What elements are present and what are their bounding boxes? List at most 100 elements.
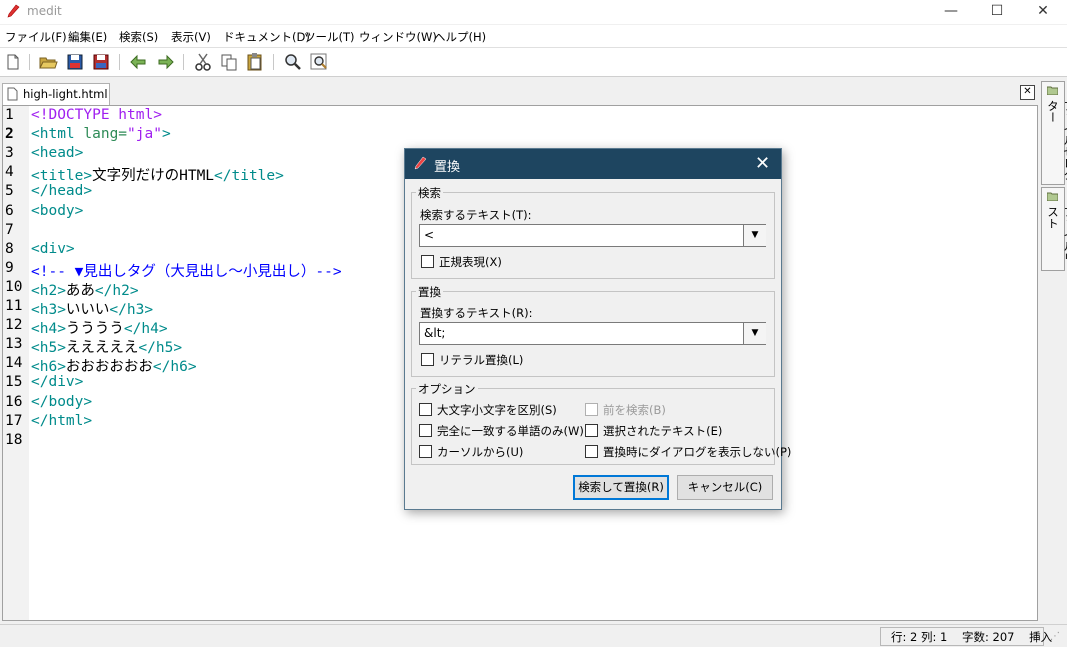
line-number: 12 [5, 317, 23, 334]
code-token: えええええ [65, 340, 139, 357]
code-token: ああ [65, 282, 95, 299]
resize-grip-icon[interactable]: ⋰ [1050, 631, 1060, 642]
menu-document[interactable]: ドキュメント(D) [223, 29, 310, 45]
checkbox-box [585, 403, 598, 416]
replace-input[interactable] [420, 323, 746, 342]
close-window-button[interactable]: ✕ [1020, 0, 1066, 24]
paste-icon[interactable] [245, 52, 265, 72]
replace-icon[interactable] [309, 52, 329, 72]
redo-icon[interactable] [155, 52, 175, 72]
line-number: 17 [5, 412, 23, 429]
code-line: <!-- ▼見出しタグ（大見出し～小見出し）--> [31, 260, 342, 281]
code-token: <body> [31, 202, 84, 219]
cut-icon[interactable] [193, 52, 213, 72]
replace-combo: ▼ [419, 322, 766, 345]
undo-icon[interactable] [129, 52, 149, 72]
folder-icon [1047, 192, 1058, 201]
cancel-button[interactable]: キャンセル(C) [677, 475, 773, 500]
code-line: </head> [31, 183, 92, 199]
file-list-label: ファイルリスト [1046, 206, 1067, 264]
code-line: <h6>おおおおおお</h6> [31, 355, 197, 376]
code-token: </h3> [109, 302, 154, 318]
toolbar-separator [183, 54, 184, 70]
toolbar [0, 48, 1067, 77]
code-token: lang= [83, 126, 128, 143]
code-token: <!DOCTYPE html> [31, 107, 162, 123]
regex-label: 正規表現(X) [439, 255, 502, 269]
menu-window[interactable]: ウィンドウ(W) [359, 29, 437, 45]
file-selector-tab[interactable]: ファイルセレクター [1041, 81, 1067, 185]
search-icon[interactable] [283, 52, 303, 72]
menu-file[interactable]: ファイル(F) [5, 29, 67, 45]
dialog-close-button[interactable]: ✕ [755, 153, 770, 174]
document-tab[interactable]: high-light.html [2, 83, 110, 105]
code-token: > [161, 126, 171, 143]
save-as-icon[interactable] [91, 52, 111, 72]
code-line: <h3>いいい</h3> [31, 298, 153, 319]
replace-history-dropdown[interactable]: ▼ [743, 323, 766, 344]
code-token: <!-- ▼見出しタグ（大見出し～小見出し）--> [31, 263, 342, 280]
code-token: </head> [31, 183, 93, 200]
close-document-button[interactable]: ✕ [1020, 85, 1035, 100]
checkbox-box[interactable] [585, 445, 598, 458]
checkbox-box[interactable] [585, 424, 598, 437]
checkbox-box[interactable] [419, 403, 432, 416]
menu-view[interactable]: 表示(V) [171, 29, 211, 45]
line-number: 9 [5, 259, 14, 276]
code-line: </body> [31, 394, 92, 410]
menu-search[interactable]: 検索(S) [119, 29, 158, 45]
selected-text-label: 選択されたテキスト(E) [603, 424, 723, 438]
copy-icon[interactable] [219, 52, 239, 72]
file-list-tab[interactable]: ファイルリスト [1041, 187, 1067, 271]
cursor-status: 行: 2 列: 1 字数: 207 挿入 [880, 627, 1052, 646]
line-number: 11 [5, 298, 23, 314]
line-number: 7 [5, 221, 14, 238]
code-token: <div> [31, 240, 75, 257]
minimize-button[interactable]: — [928, 0, 974, 24]
menu-edit[interactable]: 編集(E) [68, 29, 107, 45]
menu-bar: ファイル(F) 編集(E) 検索(S) 表示(V) ドキュメント(D) ツール(… [0, 25, 1067, 48]
maximize-button[interactable]: ☐ [974, 0, 1020, 24]
title-bar: medit — ☐ ✕ [0, 0, 1067, 24]
file-selector-label: ファイルセレクター [1046, 100, 1067, 181]
toolbar-separator [119, 54, 120, 70]
checkbox-box[interactable] [419, 445, 432, 458]
code-token: </body> [31, 393, 93, 410]
code-line: </div> [31, 374, 83, 390]
dialog-title-bar: 置換 ✕ [405, 149, 781, 179]
code-line: <!DOCTYPE html> [31, 107, 162, 123]
code-token: おおおおおお [65, 359, 153, 376]
line-number: 6 [5, 202, 14, 219]
search-input[interactable] [420, 225, 746, 244]
code-line: </html> [31, 413, 92, 429]
checkbox-box[interactable] [421, 255, 434, 268]
line-number: 3 [5, 145, 14, 162]
find-and-replace-button[interactable]: 検索して置換(R) [573, 475, 669, 500]
code-token: </h5> [138, 340, 183, 357]
toolbar-separator [273, 54, 274, 70]
new-file-icon[interactable] [3, 52, 23, 72]
search-backward-label: 前を検索(B) [603, 403, 666, 417]
line-number: 10 [5, 278, 23, 295]
status-bar: 行: 2 列: 1 字数: 207 挿入 ⋰ [0, 624, 1067, 647]
menu-help[interactable]: ヘルプ(H) [434, 29, 486, 45]
line-number: 1 [5, 107, 14, 123]
replace-group-label: 置換 [416, 284, 443, 300]
open-folder-icon[interactable] [38, 52, 58, 72]
status-text: 行: 2 列: 1 字数: 207 挿入 [891, 630, 1053, 644]
line-number: 16 [5, 393, 23, 410]
menu-tools[interactable]: ツール(T) [304, 29, 355, 45]
line-number: 5 [5, 183, 14, 200]
replace-group: 置換 置換するテキスト(R): ▼ リテラル置換(L) [411, 284, 775, 377]
code-token: "ja" [127, 126, 162, 143]
line-number: 4 [5, 164, 14, 181]
checkbox-box[interactable] [421, 353, 434, 366]
code-token: <title> [31, 168, 93, 185]
save-icon[interactable] [65, 52, 85, 72]
search-history-dropdown[interactable]: ▼ [743, 225, 766, 246]
match-case-label: 大文字小文字を区別(S) [437, 403, 557, 417]
code-token: <h4> [31, 321, 66, 338]
checkbox-box[interactable] [419, 424, 432, 437]
medit-logo-icon [414, 156, 427, 170]
code-token: <h6> [31, 359, 66, 376]
